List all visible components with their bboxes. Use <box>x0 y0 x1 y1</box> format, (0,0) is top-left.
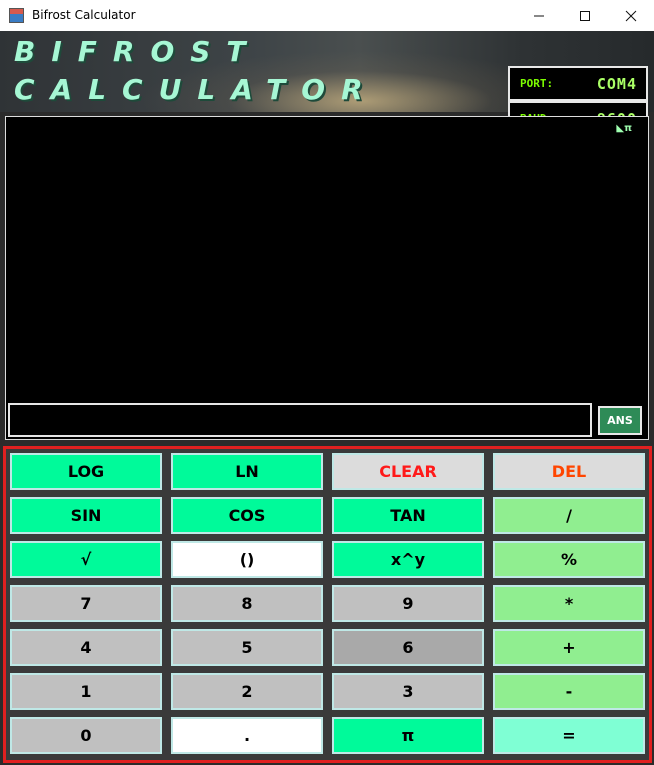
key-decimal-button[interactable]: . <box>171 717 323 754</box>
app-icon <box>9 8 24 23</box>
key-del-button[interactable]: DEL <box>493 453 645 490</box>
key-plus-button[interactable]: + <box>493 629 645 666</box>
key-log-button[interactable]: LOG <box>10 453 162 490</box>
key-power-button[interactable]: x^y <box>332 541 484 578</box>
key-equals-button[interactable]: = <box>493 717 645 754</box>
close-icon <box>625 10 637 21</box>
key-7-button[interactable]: 7 <box>10 585 162 622</box>
window-title: Bifrost Calculator <box>32 8 136 22</box>
key-clear-button[interactable]: CLEAR <box>332 453 484 490</box>
minimize-button[interactable] <box>516 0 562 31</box>
key-8-button[interactable]: 8 <box>171 585 323 622</box>
maximize-button[interactable] <box>562 0 608 31</box>
minimize-icon <box>534 15 544 16</box>
key-2-button[interactable]: 2 <box>171 673 323 710</box>
key-5-button[interactable]: 5 <box>171 629 323 666</box>
key-parens-button[interactable]: () <box>171 541 323 578</box>
expression-input[interactable] <box>8 403 592 437</box>
keypad-panel: LOG LN CLEAR DEL SIN COS TAN / √() x^y% 7 8 9 * 4 5 6 +1 2… <box>3 446 652 763</box>
header-banner: BIFROST CALCULATOR PORT: COM4 BAUD: 9600 <box>0 31 654 136</box>
port-label: PORT: <box>520 77 554 90</box>
key-cos-button[interactable]: COS <box>171 497 323 534</box>
key-9-button[interactable]: 9 <box>332 585 484 622</box>
key-sin-button[interactable]: SIN <box>10 497 162 534</box>
port-value: COM4 <box>596 74 637 93</box>
port-box: PORT: COM4 <box>508 66 648 101</box>
maximize-icon <box>580 10 590 21</box>
calculator-display: ◣π ANS <box>5 116 649 440</box>
key-pi-button[interactable]: π <box>332 717 484 754</box>
angle-mode-indicator: ◣π <box>616 123 632 134</box>
key-percent-button[interactable]: % <box>493 541 645 578</box>
logo-line-2: CALCULATOR <box>14 73 379 106</box>
key-multiply-button[interactable]: * <box>493 585 645 622</box>
title-bar: Bifrost Calculator <box>0 0 654 32</box>
key-sqrt-button[interactable]: √ <box>10 541 162 578</box>
key-minus-button[interactable]: - <box>493 673 645 710</box>
logo-line-1: BIFROST <box>14 35 262 68</box>
key-1-button[interactable]: 1 <box>10 673 162 710</box>
key-divide-button[interactable]: / <box>493 497 645 534</box>
ans-button[interactable]: ANS <box>598 406 642 435</box>
keypad-grid: LOG LN CLEAR DEL SIN COS TAN / √() x^y% 7 8 9 * 4 5 6 +1 2… <box>10 453 645 754</box>
key-ln-button[interactable]: LN <box>171 453 323 490</box>
key-4-button[interactable]: 4 <box>10 629 162 666</box>
key-0-button[interactable]: 0 <box>10 717 162 754</box>
close-button[interactable] <box>608 0 654 31</box>
key-tan-button[interactable]: TAN <box>332 497 484 534</box>
key-3-button[interactable]: 3 <box>332 673 484 710</box>
key-6-button[interactable]: 6 <box>332 629 484 666</box>
